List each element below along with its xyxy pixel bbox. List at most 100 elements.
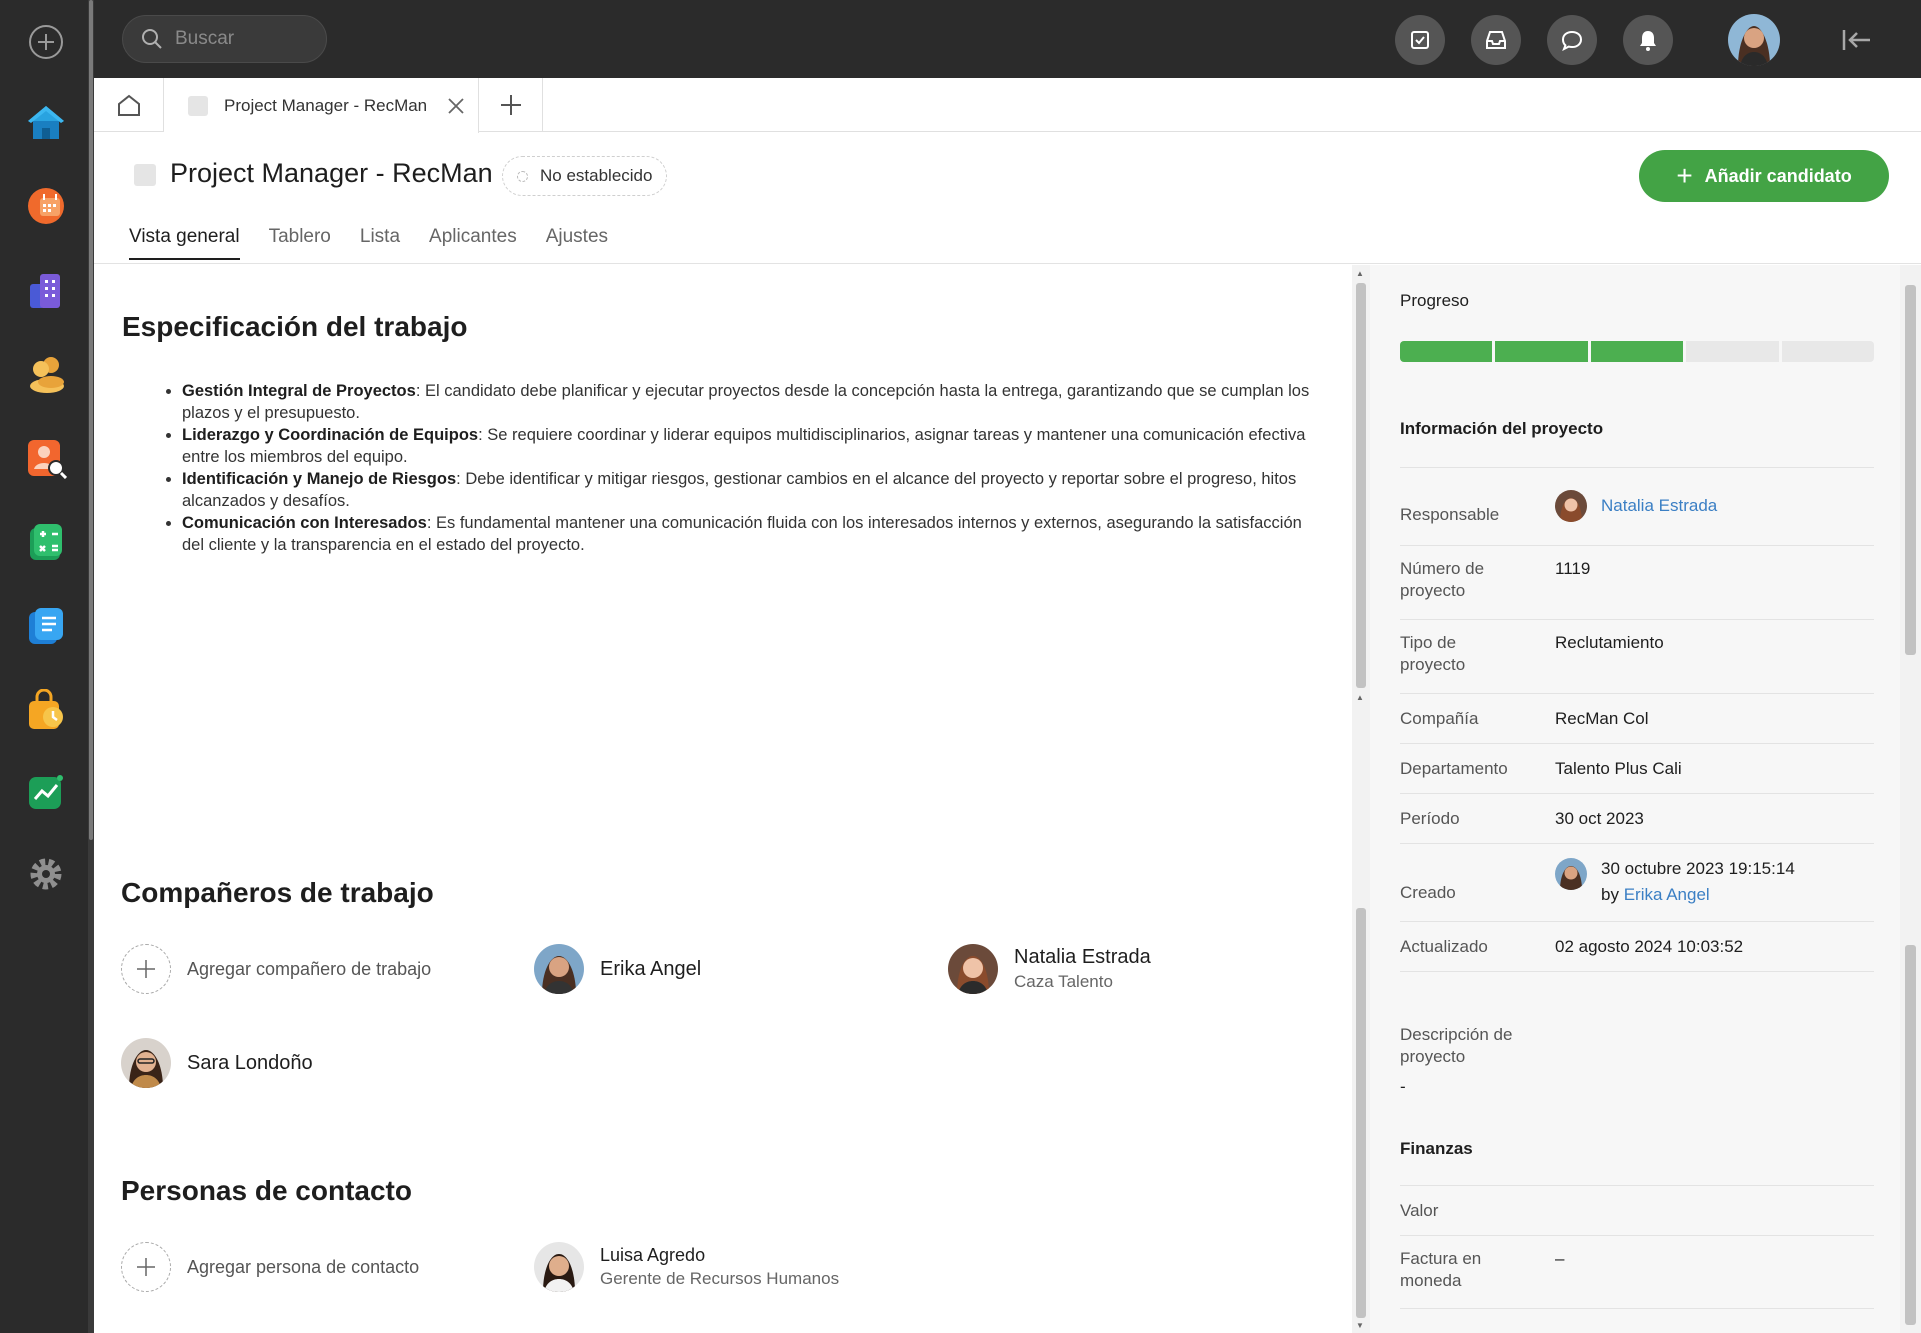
row-compania: Compañía RecMan Col bbox=[1400, 693, 1874, 743]
row-value: – bbox=[1555, 1249, 1565, 1268]
progress-title: Progreso bbox=[1400, 291, 1469, 310]
tab-color-swatch bbox=[188, 95, 208, 116]
tab-aplicantes[interactable]: Aplicantes bbox=[429, 226, 517, 258]
companies-app-icon[interactable] bbox=[24, 268, 68, 312]
row-key: Factura en moneda bbox=[1400, 1249, 1482, 1290]
collapse-panel-icon[interactable] bbox=[1839, 22, 1875, 58]
tab-label: Project Manager - RecMan bbox=[224, 95, 428, 115]
progress-segment bbox=[1590, 341, 1684, 362]
coworker-name: Sara Londoño bbox=[187, 1051, 313, 1074]
accounting-app-icon[interactable] bbox=[24, 520, 68, 564]
create-new-icon[interactable] bbox=[24, 20, 68, 64]
scroll-thumb[interactable] bbox=[1356, 283, 1366, 688]
search-input[interactable] bbox=[175, 28, 305, 50]
scroll-thumb[interactable] bbox=[1356, 908, 1366, 1318]
main-scrollbar[interactable]: ▲ ▲ ▼ bbox=[1352, 265, 1370, 1333]
creator-link[interactable]: Erika Angel bbox=[1624, 885, 1710, 904]
bell-icon[interactable] bbox=[1623, 15, 1673, 65]
row-value[interactable]: Natalia Estrada bbox=[1555, 490, 1717, 522]
add-candidate-label: Añadir candidato bbox=[1704, 165, 1852, 186]
documents-app-icon[interactable] bbox=[24, 604, 68, 648]
scroll-thumb[interactable] bbox=[1905, 285, 1916, 655]
list-item: Comunicación con Interesados: Es fundame… bbox=[182, 512, 1312, 556]
row-factura: Factura en moneda – bbox=[1400, 1235, 1874, 1309]
add-tab-button[interactable] bbox=[479, 78, 543, 132]
add-candidate-button[interactable]: + Añadir candidato bbox=[1639, 150, 1889, 202]
tab-lista[interactable]: Lista bbox=[360, 226, 400, 258]
row-value: 02 agosto 2024 10:03:52 bbox=[1555, 937, 1744, 956]
company-link[interactable]: RecMan Col bbox=[1555, 708, 1649, 730]
coworker-name: Natalia Estrada bbox=[1014, 946, 1151, 968]
search-box[interactable] bbox=[122, 15, 327, 63]
info-title: Información del proyecto bbox=[1400, 419, 1604, 438]
timesheet-app-icon[interactable] bbox=[24, 688, 68, 732]
contact-card[interactable]: Luisa Agredo Gerente de Recursos Humanos bbox=[534, 1242, 839, 1292]
row-periodo: Período 30 oct 2023 bbox=[1400, 793, 1874, 843]
chat-icon[interactable] bbox=[1547, 15, 1597, 65]
coworker-card[interactable]: Sara Londoño bbox=[121, 1038, 313, 1088]
progress-segment bbox=[1781, 341, 1875, 362]
avatar bbox=[948, 944, 998, 994]
row-value: 1119 bbox=[1555, 559, 1591, 578]
row-key: Departamento bbox=[1400, 759, 1508, 778]
calendar-app-icon[interactable] bbox=[24, 184, 68, 228]
row-value: - bbox=[1400, 1077, 1406, 1096]
main-content: Especificación del trabajo Gestión Integ… bbox=[94, 265, 1352, 1333]
coworkers-heading: Compañeros de trabajo bbox=[121, 877, 434, 908]
avatar bbox=[534, 1242, 584, 1292]
coworker-card[interactable]: Erika Angel bbox=[534, 944, 701, 994]
plus-icon bbox=[500, 95, 521, 115]
scroll-up-icon[interactable]: ▲ bbox=[1356, 269, 1364, 278]
row-key: Número de proyecto bbox=[1400, 559, 1485, 600]
created-date: 30 octubre 2023 19:15:14 bbox=[1601, 859, 1795, 878]
created-by: by Erika Angel bbox=[1601, 884, 1795, 906]
scroll-up-icon[interactable]: ▲ bbox=[1356, 693, 1364, 702]
top-bar bbox=[94, 0, 1921, 78]
row-value: Reclutamiento bbox=[1555, 633, 1664, 652]
created-by-prefix: by bbox=[1601, 885, 1619, 904]
add-coworker-label: Agregar compañero de trabajo bbox=[187, 958, 432, 979]
add-coworker-button[interactable]: Agregar compañero de trabajo bbox=[121, 944, 431, 994]
contacts-app-icon[interactable] bbox=[24, 352, 68, 396]
avatar bbox=[1555, 858, 1587, 890]
row-key: Creado bbox=[1400, 883, 1456, 902]
contact-role: Gerente de Recursos Humanos bbox=[600, 1269, 840, 1288]
sidebar-scrollbar[interactable] bbox=[1900, 265, 1921, 1333]
scroll-thumb[interactable] bbox=[1905, 945, 1916, 1325]
home-app-icon[interactable] bbox=[24, 100, 68, 144]
plus-icon bbox=[121, 1242, 171, 1292]
progress-segment bbox=[1495, 341, 1588, 362]
tab-project-manager[interactable]: Project Manager - RecMan bbox=[164, 78, 479, 133]
add-contact-label: Agregar persona de contacto bbox=[187, 1256, 420, 1277]
settings-gear-icon[interactable] bbox=[24, 852, 68, 896]
home-tab[interactable] bbox=[94, 78, 164, 132]
responsable-link[interactable]: Natalia Estrada bbox=[1601, 495, 1717, 517]
created-text: 30 octubre 2023 19:15:14 by Erika Angel bbox=[1601, 858, 1795, 906]
contacts-heading: Personas de contacto bbox=[121, 1175, 412, 1206]
candidates-search-app-icon[interactable] bbox=[24, 436, 68, 480]
project-color-swatch[interactable] bbox=[134, 164, 156, 186]
tab-tablero[interactable]: Tablero bbox=[269, 226, 331, 258]
analytics-app-icon[interactable] bbox=[24, 770, 68, 814]
status-badge[interactable]: No establecido bbox=[502, 156, 668, 196]
coworker-card[interactable]: Natalia Estrada Caza Talento bbox=[948, 944, 1151, 994]
home-icon bbox=[117, 94, 140, 116]
progress-segment bbox=[1686, 341, 1779, 362]
row-key: Valor bbox=[1400, 1201, 1439, 1220]
tab-ajustes[interactable]: Ajustes bbox=[546, 226, 608, 258]
tasks-icon[interactable] bbox=[1395, 15, 1445, 65]
close-icon[interactable] bbox=[445, 95, 467, 117]
avatar bbox=[1555, 490, 1587, 522]
user-avatar[interactable] bbox=[1728, 14, 1780, 66]
row-responsable: Responsable Natalia Estrada bbox=[1400, 467, 1874, 545]
avatar bbox=[534, 944, 584, 994]
search-icon bbox=[142, 29, 162, 49]
inbox-icon[interactable] bbox=[1471, 15, 1521, 65]
list-item: Identificación y Manejo de Riesgos: Debe… bbox=[182, 468, 1312, 512]
tab-vista-general[interactable]: Vista general bbox=[129, 226, 240, 260]
row-key: Actualizado bbox=[1400, 937, 1488, 956]
row-tipo: Tipo de proyecto Reclutamiento bbox=[1400, 619, 1874, 693]
scroll-down-icon[interactable]: ▼ bbox=[1356, 1321, 1364, 1330]
add-contact-button[interactable]: Agregar persona de contacto bbox=[121, 1242, 419, 1292]
row-numero: Número de proyecto 1119 bbox=[1400, 545, 1874, 619]
